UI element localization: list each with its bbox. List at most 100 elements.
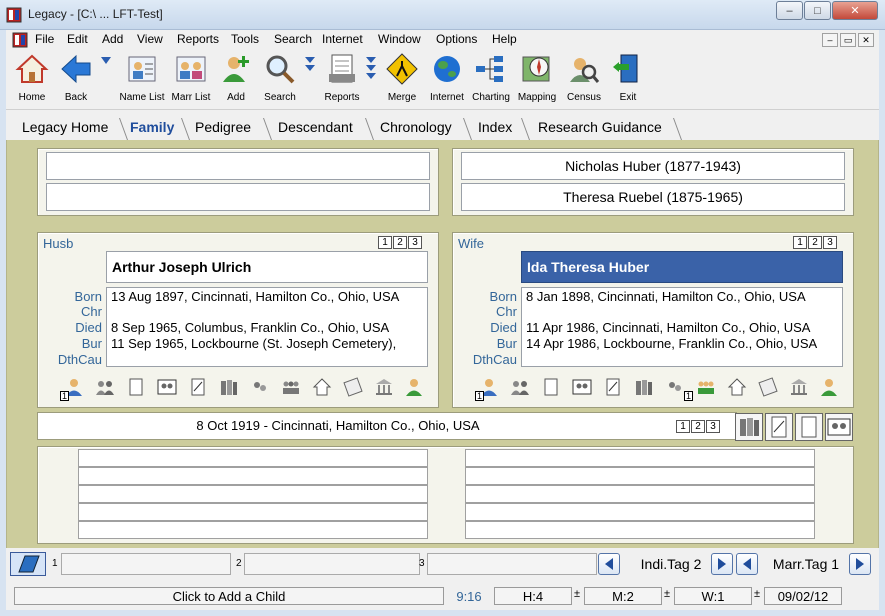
husband-died-value[interactable]: 8 Sep 1965, Columbus, Franklin Co., Ohio… (111, 320, 425, 335)
husband-select-1[interactable]: 1 (378, 236, 392, 249)
child-row[interactable] (78, 521, 428, 539)
internet-button[interactable]: Internet (427, 52, 467, 108)
associations-icon[interactable] (250, 377, 270, 397)
add-button[interactable]: Add (218, 52, 254, 108)
mdi-close-button[interactable]: ✕ (858, 33, 874, 47)
husband-born-value[interactable]: 13 Aug 1897, Cincinnati, Hamilton Co., O… (111, 289, 425, 304)
search-button[interactable]: Search (262, 52, 298, 108)
books-icon[interactable] (219, 377, 239, 397)
document-icon[interactable] (12, 32, 28, 48)
research-icon[interactable] (343, 377, 363, 397)
child-row[interactable] (78, 467, 428, 485)
user-assist-icon[interactable] (405, 377, 425, 397)
mapping-button[interactable]: Mapping (516, 52, 558, 108)
wife-born-value[interactable]: 8 Jan 1898, Cincinnati, Hamilton Co., Oh… (526, 289, 840, 304)
exit-button[interactable]: Exit (610, 52, 646, 108)
tab-chronology[interactable]: Chronology (380, 119, 452, 135)
repository-icon[interactable] (374, 377, 394, 397)
marriage-books-button[interactable] (735, 413, 763, 441)
notes-icon[interactable] (126, 377, 146, 397)
family-group-icon[interactable] (696, 377, 716, 397)
husband-mother-field[interactable] (46, 183, 430, 211)
child-row[interactable] (78, 449, 428, 467)
tab-research-guidance[interactable]: Research Guidance (538, 119, 662, 135)
repository-icon[interactable] (789, 377, 809, 397)
menu-search[interactable]: Search (274, 32, 312, 46)
census-button[interactable]: Census (564, 52, 604, 108)
child-slot[interactable] (61, 553, 231, 575)
wife-select-1[interactable]: 1 (793, 236, 807, 249)
tab-index[interactable]: Index (478, 119, 512, 135)
menu-edit[interactable]: Edit (67, 32, 88, 46)
marriage-notes-button[interactable] (795, 413, 823, 441)
address-house-icon[interactable] (727, 377, 747, 397)
charting-button[interactable]: Charting (470, 52, 512, 108)
wife-select-3[interactable]: 3 (823, 236, 837, 249)
sources-icon[interactable] (188, 377, 208, 397)
reports-button[interactable]: Reports (322, 52, 362, 108)
wife-select-2[interactable]: 2 (808, 236, 822, 249)
wife-bur-value[interactable]: 14 Apr 1986, Lockbourne, Franklin Co., O… (526, 336, 840, 351)
husband-name-field[interactable]: Arthur Joseph Ulrich (106, 251, 428, 283)
search-dropdown-icon[interactable] (304, 56, 316, 74)
address-house-icon[interactable] (312, 377, 332, 397)
pictures-icon[interactable] (157, 377, 177, 397)
child-row[interactable] (465, 467, 815, 485)
menu-tools[interactable]: Tools (231, 32, 259, 46)
child-row[interactable] (465, 503, 815, 521)
menu-file[interactable]: File (35, 32, 54, 46)
minimize-button[interactable]: – (776, 1, 803, 20)
marriage-select-1[interactable]: 1 (676, 420, 690, 433)
tab-family[interactable]: Family (130, 119, 174, 135)
marriage-field[interactable]: 8 Oct 1919 - Cincinnati, Hamilton Co., O… (37, 412, 737, 440)
child-slot[interactable] (427, 553, 597, 575)
indi-tag-next-button[interactable] (711, 553, 733, 575)
close-button[interactable]: ✕ (832, 1, 878, 20)
child-row[interactable] (465, 485, 815, 503)
sources-icon[interactable] (603, 377, 623, 397)
indi-tag-prev-button[interactable] (598, 553, 620, 575)
maximize-button[interactable]: □ (804, 1, 831, 20)
husband-select-2[interactable]: 2 (393, 236, 407, 249)
husband-select-3[interactable]: 3 (408, 236, 422, 249)
marr-tag-next-button[interactable] (849, 553, 871, 575)
books-icon[interactable] (634, 377, 654, 397)
child-row[interactable] (465, 521, 815, 539)
menu-help[interactable]: Help (492, 32, 517, 46)
reports-dropdown-icon[interactable] (365, 56, 377, 82)
wife-mother-field[interactable]: Theresa Ruebel (1875-1965) (461, 183, 845, 211)
user-assist-icon[interactable] (820, 377, 840, 397)
merge-button[interactable]: Merge (384, 52, 420, 108)
name-list-button[interactable]: Name List (116, 52, 168, 108)
tab-pedigree[interactable]: Pedigree (195, 119, 251, 135)
associations-icon[interactable] (665, 377, 685, 397)
child-slot[interactable] (244, 553, 420, 575)
menu-internet[interactable]: Internet (322, 32, 363, 46)
wife-died-value[interactable]: 11 Apr 1986, Cincinnati, Hamilton Co., O… (526, 320, 840, 335)
child-book-button[interactable] (10, 552, 46, 576)
mdi-restore-button[interactable]: ▭ (840, 33, 856, 47)
marriage-pictures-button[interactable] (825, 413, 853, 441)
menu-add[interactable]: Add (102, 32, 123, 46)
child-row[interactable] (465, 449, 815, 467)
menu-options[interactable]: Options (436, 32, 477, 46)
family-group-icon[interactable] (281, 377, 301, 397)
husband-father-field[interactable] (46, 152, 430, 180)
back-dropdown-icon[interactable] (100, 56, 112, 66)
notes-icon[interactable] (541, 377, 561, 397)
research-icon[interactable] (758, 377, 778, 397)
menu-view[interactable]: View (137, 32, 163, 46)
spouses-icon[interactable] (510, 377, 530, 397)
wife-name-field[interactable]: Ida Theresa Huber (521, 251, 843, 283)
husband-bur-value[interactable]: 11 Sep 1965, Lockbourne (St. Joseph Ceme… (111, 336, 425, 351)
wife-father-field[interactable]: Nicholas Huber (1877-1943) (461, 152, 845, 180)
pictures-icon[interactable] (572, 377, 592, 397)
marr-list-button[interactable]: Marr List (169, 52, 213, 108)
tab-descendant[interactable]: Descendant (278, 119, 353, 135)
marriage-select-3[interactable]: 3 (706, 420, 720, 433)
home-button[interactable]: Home (14, 52, 50, 108)
menu-window[interactable]: Window (378, 32, 421, 46)
tab-legacy-home[interactable]: Legacy Home (22, 119, 108, 135)
menu-reports[interactable]: Reports (177, 32, 219, 46)
marriage-sources-button[interactable] (765, 413, 793, 441)
